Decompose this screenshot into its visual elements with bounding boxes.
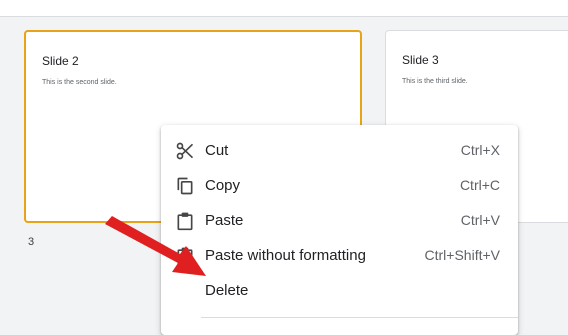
- filmstrip-top-bar: [0, 0, 568, 17]
- slide-title: Slide 3: [402, 53, 439, 67]
- menu-item-label: Cut: [205, 142, 229, 159]
- menu-item-copy[interactable]: Copy Ctrl+C: [161, 168, 518, 203]
- menu-item-shortcut: Ctrl+Shift+V: [424, 247, 500, 263]
- menu-item-shortcut: Ctrl+C: [459, 177, 500, 193]
- menu-item-shortcut: Ctrl+X: [460, 142, 500, 158]
- menu-item-cut[interactable]: Cut Ctrl+X: [161, 133, 518, 168]
- menu-item-label: Paste without formatting: [205, 247, 366, 264]
- menu-divider: [201, 317, 518, 318]
- paste-plain-icon: [177, 247, 193, 266]
- clipboard-icon: [177, 212, 193, 231]
- menu-item-label: Paste: [205, 212, 244, 229]
- menu-item-delete[interactable]: Delete: [161, 273, 518, 308]
- slide-title: Slide 2: [42, 54, 79, 68]
- scissors-icon: [176, 142, 194, 160]
- slide-body-text: This is the second slide.: [42, 79, 117, 86]
- context-menu: Cut Ctrl+X Copy Ctrl+C Paste Ctrl+V Past…: [161, 125, 518, 335]
- copy-icon: [177, 177, 193, 195]
- menu-item-paste-without-formatting[interactable]: Paste without formatting Ctrl+Shift+V: [161, 238, 518, 273]
- menu-item-shortcut: Ctrl+V: [460, 212, 500, 228]
- slide-body-text: This is the third slide.: [402, 78, 468, 85]
- menu-item-label: Delete: [205, 282, 249, 299]
- menu-item-paste[interactable]: Paste Ctrl+V: [161, 203, 518, 238]
- slide-number: 3: [28, 236, 35, 248]
- menu-item-label: Copy: [205, 177, 241, 194]
